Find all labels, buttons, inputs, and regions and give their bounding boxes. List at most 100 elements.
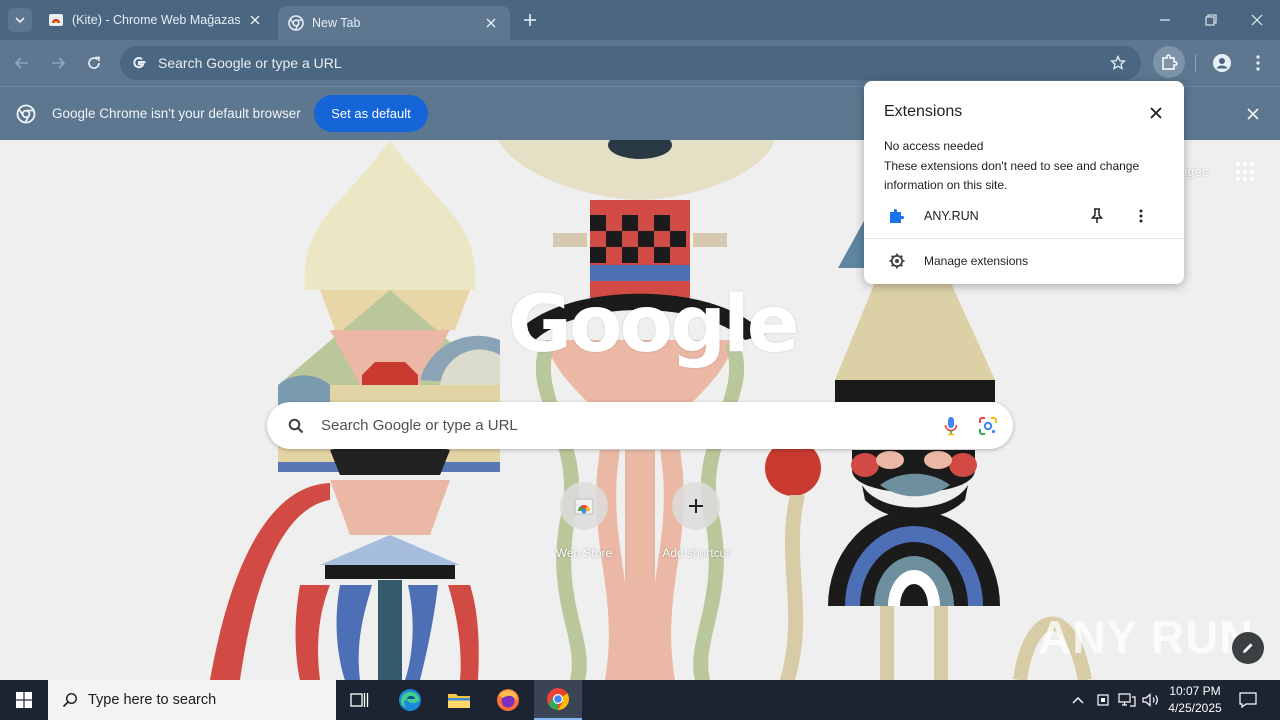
close-window-button[interactable] bbox=[1234, 0, 1280, 40]
show-hidden-icons-button[interactable] bbox=[1068, 680, 1088, 720]
avatar-icon bbox=[1213, 54, 1231, 72]
task-view-button[interactable] bbox=[336, 680, 384, 720]
bookmark-star-button[interactable] bbox=[1107, 52, 1129, 74]
images-link[interactable]: ages bbox=[1180, 164, 1208, 179]
toolbar: Search Google or type a URL bbox=[0, 40, 1280, 86]
edge-icon bbox=[399, 689, 421, 711]
google-logo: Google bbox=[508, 280, 800, 370]
network-icon bbox=[1118, 693, 1136, 707]
webstore-favicon-icon bbox=[49, 14, 63, 26]
chrome-icon bbox=[547, 688, 569, 710]
pin-extension-button[interactable] bbox=[1088, 207, 1106, 225]
chrome-menu-button[interactable] bbox=[1248, 51, 1268, 75]
taskbar-clock[interactable]: 10:07 PM 4/25/2025 bbox=[1160, 683, 1230, 717]
shortcut-add[interactable]: Add shortcut bbox=[640, 482, 752, 560]
watermark-text: ANY RUN bbox=[1038, 611, 1254, 663]
tab-close-icon[interactable] bbox=[246, 11, 264, 29]
star-icon bbox=[1110, 55, 1126, 70]
customize-button[interactable] bbox=[1232, 632, 1264, 664]
infobar-close-button[interactable] bbox=[1244, 105, 1262, 123]
tab-title: New Tab bbox=[312, 16, 361, 30]
reload-icon bbox=[88, 56, 100, 69]
new-tab-button[interactable] bbox=[519, 9, 541, 31]
tab-kite-webstore[interactable]: (Kite) - Chrome Web Mağazası bbox=[40, 6, 272, 34]
back-button[interactable] bbox=[9, 50, 35, 76]
microphone-icon bbox=[944, 416, 958, 435]
search-icon bbox=[60, 690, 80, 710]
network-button[interactable] bbox=[1116, 680, 1138, 720]
firefox-icon bbox=[497, 689, 519, 711]
minimize-icon bbox=[1160, 19, 1170, 21]
plus-icon bbox=[524, 14, 536, 26]
chevron-up-icon bbox=[1072, 697, 1084, 704]
shortcut-label: Add shortcut bbox=[662, 546, 730, 560]
arrow-left-icon bbox=[14, 57, 28, 69]
tab-close-icon[interactable] bbox=[482, 14, 500, 32]
clock-time: 10:07 PM bbox=[1169, 684, 1221, 698]
notification-icon bbox=[1239, 692, 1257, 708]
windows-taskbar: Type here to search 10:07 PM 4/25/2025 bbox=[0, 680, 1280, 720]
task-view-icon bbox=[350, 693, 369, 707]
toolbar-separator bbox=[1195, 54, 1196, 72]
search-icon bbox=[285, 415, 307, 437]
manage-extensions-item[interactable]: Manage extensions bbox=[864, 247, 1184, 275]
tab-search-button[interactable] bbox=[8, 8, 32, 32]
google-g-icon bbox=[129, 53, 149, 73]
extension-name: ANY.RUN bbox=[924, 209, 979, 223]
profile-button[interactable] bbox=[1210, 51, 1234, 75]
start-button[interactable] bbox=[0, 680, 48, 720]
speaker-icon bbox=[1142, 693, 1158, 707]
extensions-popup: Extensions No access needed These extens… bbox=[864, 81, 1184, 284]
address-bar-placeholder: Search Google or type a URL bbox=[158, 55, 342, 71]
taskbar-search-box[interactable]: Type here to search bbox=[48, 680, 336, 720]
tray-device-button[interactable] bbox=[1093, 680, 1113, 720]
google-lens-icon bbox=[979, 416, 997, 435]
notifications-button[interactable] bbox=[1236, 680, 1260, 720]
forward-button[interactable] bbox=[45, 50, 71, 76]
anyrun-watermark: ANY RUN bbox=[1038, 610, 1254, 664]
pencil-icon bbox=[1243, 643, 1253, 653]
image-search-button[interactable] bbox=[976, 414, 1000, 438]
puzzle-icon bbox=[1162, 54, 1178, 70]
apps-grid-icon[interactable] bbox=[1236, 162, 1256, 182]
minimize-button[interactable] bbox=[1142, 0, 1188, 40]
arrow-right-icon bbox=[52, 57, 66, 69]
webstore-icon bbox=[560, 482, 608, 530]
reload-button[interactable] bbox=[81, 50, 107, 76]
extensions-popup-close-button[interactable] bbox=[1146, 103, 1166, 123]
edge-taskbar-button[interactable] bbox=[386, 680, 434, 720]
volume-button[interactable] bbox=[1140, 680, 1162, 720]
manage-extensions-label: Manage extensions bbox=[924, 254, 1029, 268]
close-icon bbox=[1247, 108, 1259, 120]
tab-title: (Kite) - Chrome Web Mağazası bbox=[72, 13, 240, 27]
ntp-search-box[interactable]: Search Google or type a URL bbox=[267, 402, 1013, 449]
device-icon bbox=[1097, 694, 1109, 706]
extensions-popup-title: Extensions bbox=[884, 103, 963, 120]
tab-strip: (Kite) - Chrome Web Mağazası New Tab bbox=[0, 0, 1280, 40]
extension-item-anyrun[interactable]: ANY.RUN bbox=[864, 203, 1184, 231]
file-explorer-taskbar-button[interactable] bbox=[435, 680, 483, 720]
taskbar-search-placeholder: Type here to search bbox=[88, 692, 217, 708]
voice-search-button[interactable] bbox=[939, 414, 963, 438]
restore-button[interactable] bbox=[1188, 0, 1234, 40]
tab-new-tab[interactable]: New Tab bbox=[278, 6, 510, 40]
windows-logo-icon bbox=[16, 692, 32, 708]
firefox-taskbar-button[interactable] bbox=[484, 680, 532, 720]
extensions-section-desc: These extensions don't need to see and c… bbox=[884, 159, 1140, 192]
more-vertical-icon bbox=[1139, 209, 1143, 223]
shortcut-label: Web Store bbox=[555, 546, 613, 560]
clock-date: 4/25/2025 bbox=[1168, 701, 1222, 715]
chrome-taskbar-button[interactable] bbox=[534, 680, 582, 720]
extension-more-button[interactable] bbox=[1132, 207, 1150, 225]
shortcut-web-store[interactable]: Web Store bbox=[528, 482, 640, 560]
address-bar[interactable]: Search Google or type a URL bbox=[120, 46, 1141, 80]
ntp-search-placeholder: Search Google or type a URL bbox=[321, 417, 518, 434]
puzzle-icon bbox=[890, 209, 904, 223]
set-as-default-button[interactable]: Set as default bbox=[314, 95, 428, 132]
divider bbox=[864, 238, 1184, 239]
chevron-down-icon bbox=[15, 17, 25, 24]
plus-icon bbox=[672, 482, 720, 530]
chrome-logo-icon bbox=[16, 104, 36, 124]
pin-icon bbox=[1091, 208, 1103, 223]
extensions-button[interactable] bbox=[1153, 46, 1185, 78]
